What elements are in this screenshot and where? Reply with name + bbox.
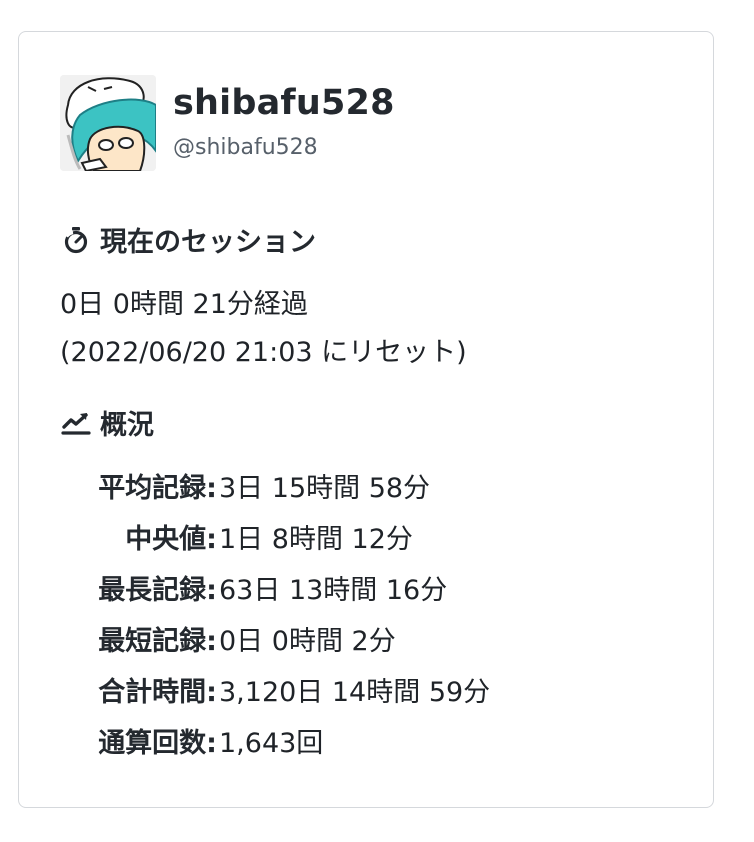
stat-value: 0日 0時間 2分: [219, 626, 396, 657]
stat-label: 最短記録:: [98, 626, 217, 657]
stat-row-median: 中央値: 1日 8時間 12分: [60, 511, 490, 562]
stat-label: 中央値:: [125, 524, 217, 555]
trend-chart-icon: [60, 407, 92, 439]
stat-row-average: 平均記録: 3日 15時間 58分: [60, 460, 490, 511]
session-heading-label: 現在のセッション: [100, 227, 316, 258]
stat-row-total: 合計時間: 3,120日 14時間 59分: [60, 664, 490, 715]
stat-row-count: 通算回数: 1,643回: [60, 715, 490, 766]
session-info: 0日 0時間 21分経過 (2022/06/20 21:03 にリセット): [60, 281, 467, 377]
stat-value: 1,643回: [219, 728, 324, 759]
overview-heading: 概況: [60, 403, 154, 442]
session-reset-note: (2022/06/20 21:03 にリセット): [60, 337, 467, 368]
session-heading: 現在のセッション: [60, 220, 316, 259]
profile-names: shibafu528 @shibafu528: [173, 75, 395, 162]
avatar-illustration: [60, 75, 156, 171]
stats-list: 平均記録: 3日 15時間 58分 中央値: 1日 8時間 12分 最長記録: …: [60, 460, 490, 766]
overview-heading-label: 概況: [100, 410, 154, 441]
session-elapsed: 0日 0時間 21分経過: [60, 289, 308, 320]
user-handle[interactable]: @shibafu528: [173, 134, 395, 162]
stat-value: 63日 13時間 16分: [219, 575, 448, 606]
stat-row-shortest: 最短記録: 0日 0時間 2分: [60, 613, 490, 664]
stat-value: 3日 15時間 58分: [219, 473, 431, 504]
profile-card: shibafu528 @shibafu528 現在のセッション 0日 0時間 2…: [18, 31, 714, 808]
profile-header: shibafu528 @shibafu528: [60, 75, 395, 171]
stat-label: 通算回数:: [98, 728, 217, 759]
stat-value: 3,120日 14時間 59分: [219, 677, 491, 708]
avatar[interactable]: [60, 75, 156, 171]
stat-label: 最長記録:: [98, 575, 217, 606]
stat-value: 1日 8時間 12分: [219, 524, 413, 555]
stat-label: 平均記録:: [98, 473, 217, 504]
display-name[interactable]: shibafu528: [173, 81, 395, 125]
stopwatch-icon: [60, 224, 92, 256]
stat-label: 合計時間:: [98, 677, 217, 708]
stat-row-longest: 最長記録: 63日 13時間 16分: [60, 562, 490, 613]
